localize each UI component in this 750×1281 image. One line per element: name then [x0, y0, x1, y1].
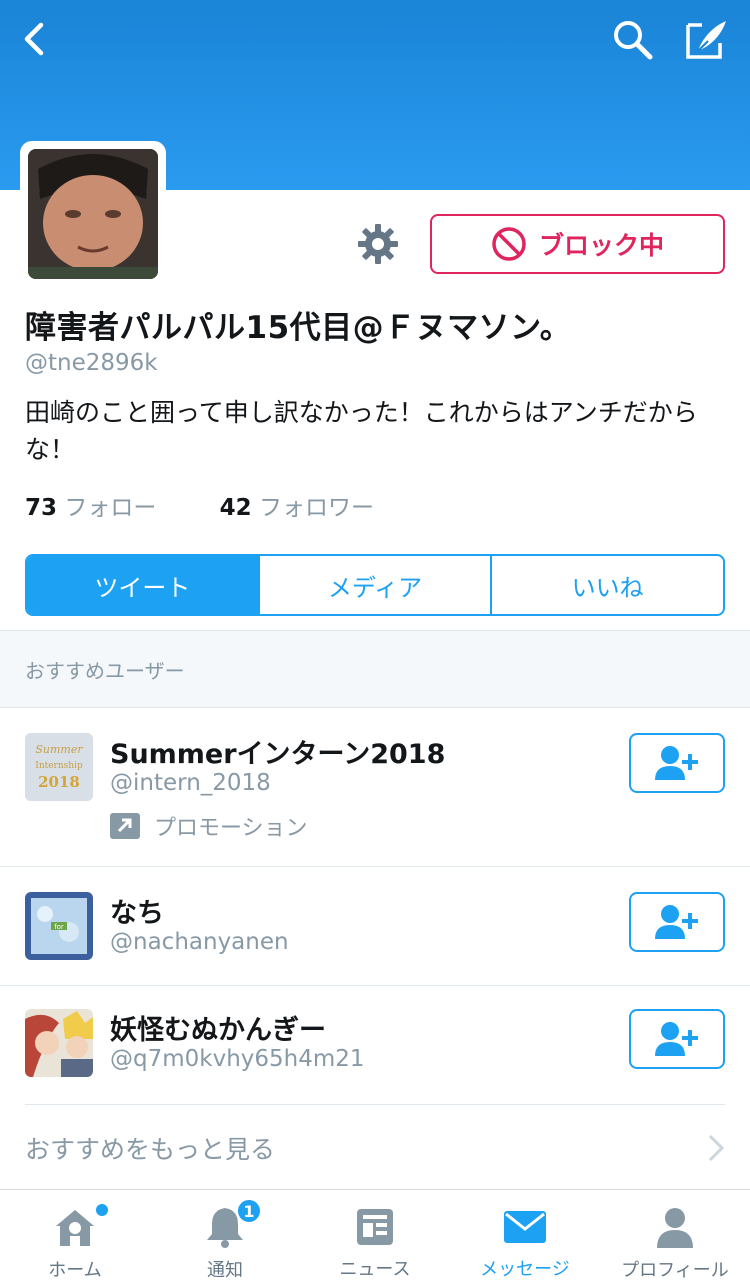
following-stat[interactable]: 73 フォロー: [25, 488, 156, 522]
promoted-icon: [110, 813, 140, 839]
following-label: フォロー: [64, 495, 157, 521]
suggested-user-row[interactable]: Summer Internship 2018 Summerインターン2018 @…: [0, 710, 750, 866]
follow-button[interactable]: [629, 892, 725, 952]
nav-home-label: ホーム: [48, 1260, 102, 1281]
back-button[interactable]: [6, 14, 62, 64]
svg-text:for: for: [54, 923, 64, 931]
nav-news[interactable]: ニュース: [300, 1190, 450, 1281]
search-button[interactable]: [604, 14, 660, 64]
profile-display-name: 障害者パルパル15代目@Ｆヌマソン。: [25, 310, 572, 346]
profile-bio: 田崎のこと囲って申し訳なかった！これからはアンチだからな！: [25, 398, 698, 464]
tab-tweets[interactable]: ツイート: [27, 556, 258, 614]
nav-profile[interactable]: プロフィール: [600, 1190, 750, 1281]
followers-count: 42: [219, 495, 252, 521]
suggested-users-heading: おすすめユーザー: [25, 659, 185, 683]
tab-likes[interactable]: いいね: [490, 556, 723, 614]
home-new-dot: [96, 1204, 108, 1216]
bottom-tab-bar: ホーム 1 通知 ニュース メッセージ プロフィール: [0, 1189, 750, 1281]
svg-text:Summer: Summer: [35, 743, 83, 756]
suggested-user-name[interactable]: Summerインターン2018: [110, 732, 445, 771]
promoted-text: プロモーション: [154, 816, 308, 841]
blocked-button-label: ブロック中: [538, 231, 664, 260]
show-more-label: おすすめをもっと見る: [25, 1135, 276, 1164]
envelope-icon: [504, 1210, 546, 1243]
search-icon: [614, 21, 653, 60]
svg-text:2018: 2018: [38, 773, 80, 791]
followers-label: フォロワー: [258, 495, 374, 521]
suggested-user-row[interactable]: 妖怪むぬかんぎー @q7m0kvhy65h4m21: [0, 986, 750, 1104]
profile-avatar[interactable]: [20, 141, 166, 287]
tab-media[interactable]: メディア: [257, 556, 491, 614]
avatar-photo: [28, 149, 158, 279]
followers-stat[interactable]: 42 フォロワー: [220, 488, 374, 522]
nav-notifications[interactable]: 1 通知: [150, 1190, 300, 1281]
compose-tweet-button[interactable]: [678, 14, 734, 64]
follow-button[interactable]: [629, 1009, 725, 1069]
suggested-user-avatar: for: [25, 892, 93, 960]
profile-handle: @tne2896k: [25, 350, 158, 376]
compose-tweet-icon: [686, 21, 726, 59]
nav-messages[interactable]: メッセージ: [450, 1190, 600, 1281]
profile-stats: 73 フォロー 42 フォロワー: [25, 488, 374, 522]
nav-messages-label: メッセージ: [480, 1259, 570, 1280]
notification-badge: 1: [236, 1198, 262, 1224]
promoted-label: プロモーション: [110, 810, 308, 842]
divider: [25, 1104, 725, 1105]
add-user-icon: [655, 905, 698, 939]
suggested-user-handle: @nachanyanen: [110, 929, 289, 955]
gear-icon: [358, 224, 398, 264]
add-user-icon: [655, 1022, 698, 1056]
add-user-icon: [655, 746, 698, 780]
chevron-left-icon: [24, 22, 44, 56]
nav-profile-label: プロフィール: [621, 1260, 729, 1281]
suggested-users-header: おすすめユーザー: [0, 630, 750, 708]
suggested-user-row[interactable]: for なち @nachanyanen: [0, 867, 750, 985]
show-more-suggestions[interactable]: おすすめをもっと見る: [0, 1106, 750, 1188]
settings-button[interactable]: [356, 222, 400, 266]
svg-text:Internship: Internship: [35, 761, 83, 771]
suggested-user-avatar: Summer Internship 2018: [25, 733, 93, 801]
news-icon: [357, 1208, 393, 1245]
follow-button[interactable]: [629, 733, 725, 793]
nav-notifications-label: 通知: [207, 1260, 243, 1281]
home-icon: [56, 1210, 94, 1246]
nav-news-label: ニュース: [339, 1259, 411, 1280]
suggested-user-avatar: [25, 1009, 93, 1077]
suggested-user-handle: @intern_2018: [110, 770, 271, 796]
chevron-right-icon: [708, 1134, 725, 1162]
blocked-button[interactable]: ブロック中: [430, 214, 725, 274]
profile-tabs: ツイート メディア いいね: [25, 554, 725, 616]
block-icon: [492, 227, 526, 261]
following-count: 73: [25, 495, 58, 521]
person-icon: [657, 1208, 693, 1248]
suggested-user-name[interactable]: なち: [110, 891, 164, 930]
nav-home[interactable]: ホーム: [0, 1190, 150, 1281]
suggested-user-handle: @q7m0kvhy65h4m21: [110, 1046, 365, 1072]
suggested-user-name[interactable]: 妖怪むぬかんぎー: [110, 1008, 326, 1047]
